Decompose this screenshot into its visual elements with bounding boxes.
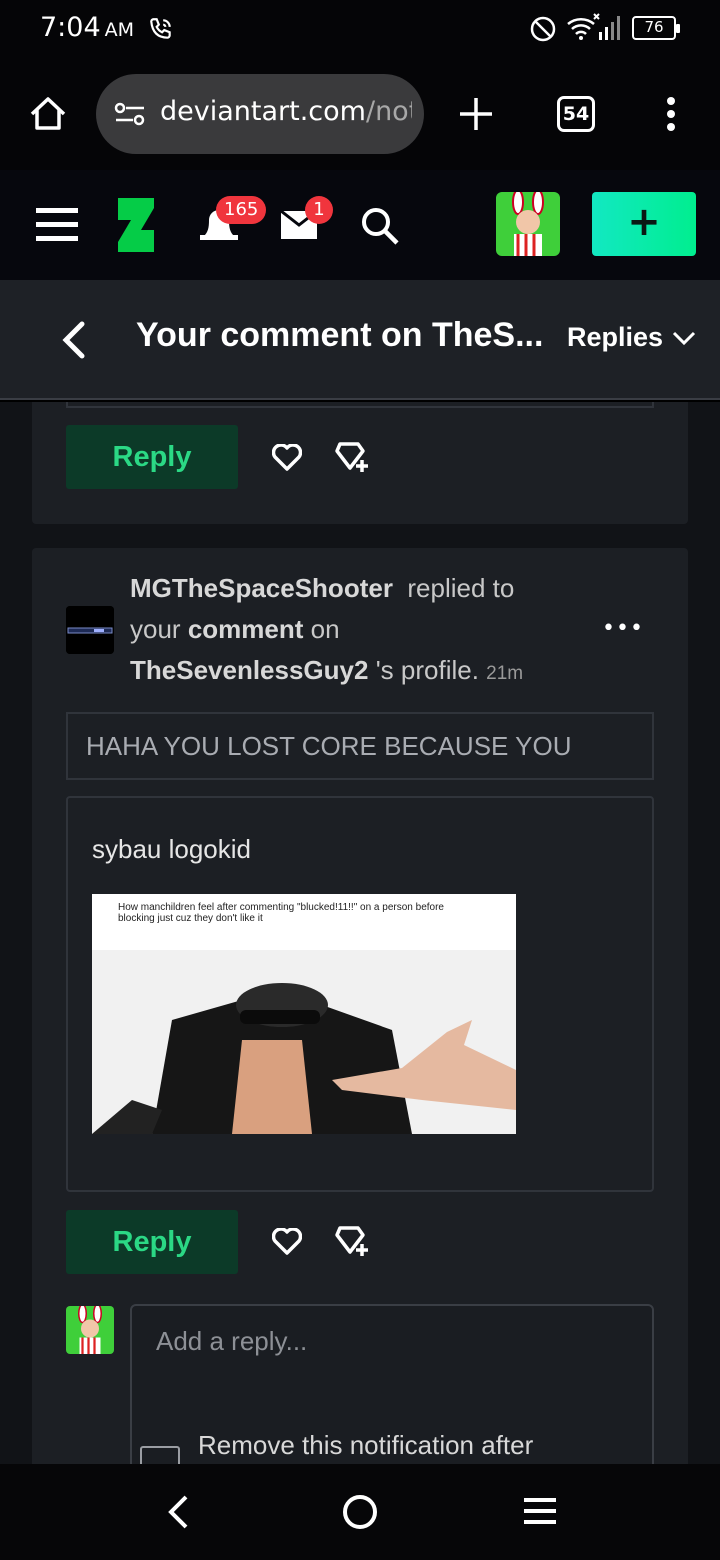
user-avatar-image <box>496 192 560 256</box>
page-title: Your comment on TheS... <box>136 316 544 354</box>
previous-comment-card: Reply <box>32 402 688 524</box>
signal-icon <box>599 16 620 40</box>
home-icon[interactable] <box>28 94 68 134</box>
favorite-heart-icon[interactable] <box>272 1228 302 1256</box>
site-navbar: 165 1 + <box>0 170 720 280</box>
back-arrow-icon[interactable] <box>60 320 88 360</box>
reply-button[interactable]: Reply <box>66 425 238 489</box>
new-tab-icon[interactable] <box>458 96 494 132</box>
tab-switcher-button[interactable]: 54 <box>557 96 595 132</box>
more-options-button[interactable]: ••• <box>602 616 644 641</box>
wifi-icon <box>567 13 600 40</box>
hamburger-menu-icon[interactable] <box>36 206 78 242</box>
reply-placeholder: Add a reply... <box>156 1326 308 1356</box>
reply-button[interactable]: Reply <box>66 1210 238 1274</box>
address-bar[interactable]: deviantart.com/notif <box>96 74 424 154</box>
notifications-count-badge: 165 <box>216 196 267 224</box>
notification-meta: MGTheSpaceShooter replied to your commen… <box>130 573 524 685</box>
give-badge-icon[interactable] <box>334 1226 370 1258</box>
chevron-down-icon[interactable] <box>672 330 696 346</box>
more-options-icon[interactable] <box>664 96 678 132</box>
favorite-heart-icon[interactable] <box>272 444 302 472</box>
reply-input[interactable]: Add a reply... Remove this notification … <box>130 1304 654 1464</box>
url-text: deviantart.com/notif <box>160 96 412 127</box>
reply-body: sybau logokid How manchildren feel after… <box>66 796 654 1192</box>
commenter-avatar-image <box>66 606 114 654</box>
battery-indicator: 76 <box>632 16 680 40</box>
browser-toolbar: deviantart.com/notif 54 <box>0 60 720 170</box>
previous-comment-box <box>66 402 654 408</box>
search-icon[interactable] <box>360 206 400 246</box>
home-circle-icon[interactable] <box>342 1494 378 1530</box>
create-button[interactable]: + <box>592 192 696 256</box>
recent-apps-icon[interactable] <box>524 1496 556 1526</box>
meme-photo <box>92 950 516 1134</box>
wifi-calling-icon <box>150 18 171 39</box>
meme-caption: How manchildren feel after commenting "b… <box>118 902 444 924</box>
site-settings-icon[interactable] <box>114 100 146 128</box>
comment-link[interactable]: comment <box>188 614 304 644</box>
commenter-avatar[interactable] <box>66 606 114 654</box>
user-avatar[interactable] <box>496 192 560 256</box>
commenter-username[interactable]: MGTheSpaceShooter <box>130 573 393 603</box>
own-avatar-image <box>66 1306 114 1354</box>
do-not-disturb-icon <box>530 16 556 42</box>
reply-notification-card: MGTheSpaceShooter replied to your commen… <box>32 548 688 1464</box>
status-bar: 7:04 AM 76 <box>0 0 720 60</box>
reply-text: sybau logokid <box>92 834 251 864</box>
status-time: 7:04 AM <box>40 12 135 43</box>
messages-count-badge: 1 <box>305 196 333 224</box>
notifications-feed[interactable]: Reply MGTheSpaceShooter replied to your … <box>0 402 720 1464</box>
timestamp: 21m <box>486 663 524 684</box>
quoted-comment[interactable]: HAHA YOU LOST CORE BECAUSE YOU <box>66 712 654 780</box>
replies-dropdown[interactable]: Replies <box>567 322 663 353</box>
system-nav-bar <box>0 1464 720 1560</box>
thread-header: Your comment on TheS... Replies <box>0 280 720 400</box>
deviantart-logo-icon[interactable] <box>118 198 154 252</box>
profile-link[interactable]: TheSevenlessGuy2 <box>130 655 368 685</box>
back-icon[interactable] <box>166 1494 192 1530</box>
remove-notification-checkbox[interactable] <box>140 1446 180 1464</box>
attached-meme-image[interactable]: How manchildren feel after commenting "b… <box>92 894 516 1134</box>
give-badge-icon[interactable] <box>334 442 370 474</box>
remove-notification-label: Remove this notification after <box>198 1430 534 1460</box>
own-avatar-small <box>66 1306 114 1354</box>
